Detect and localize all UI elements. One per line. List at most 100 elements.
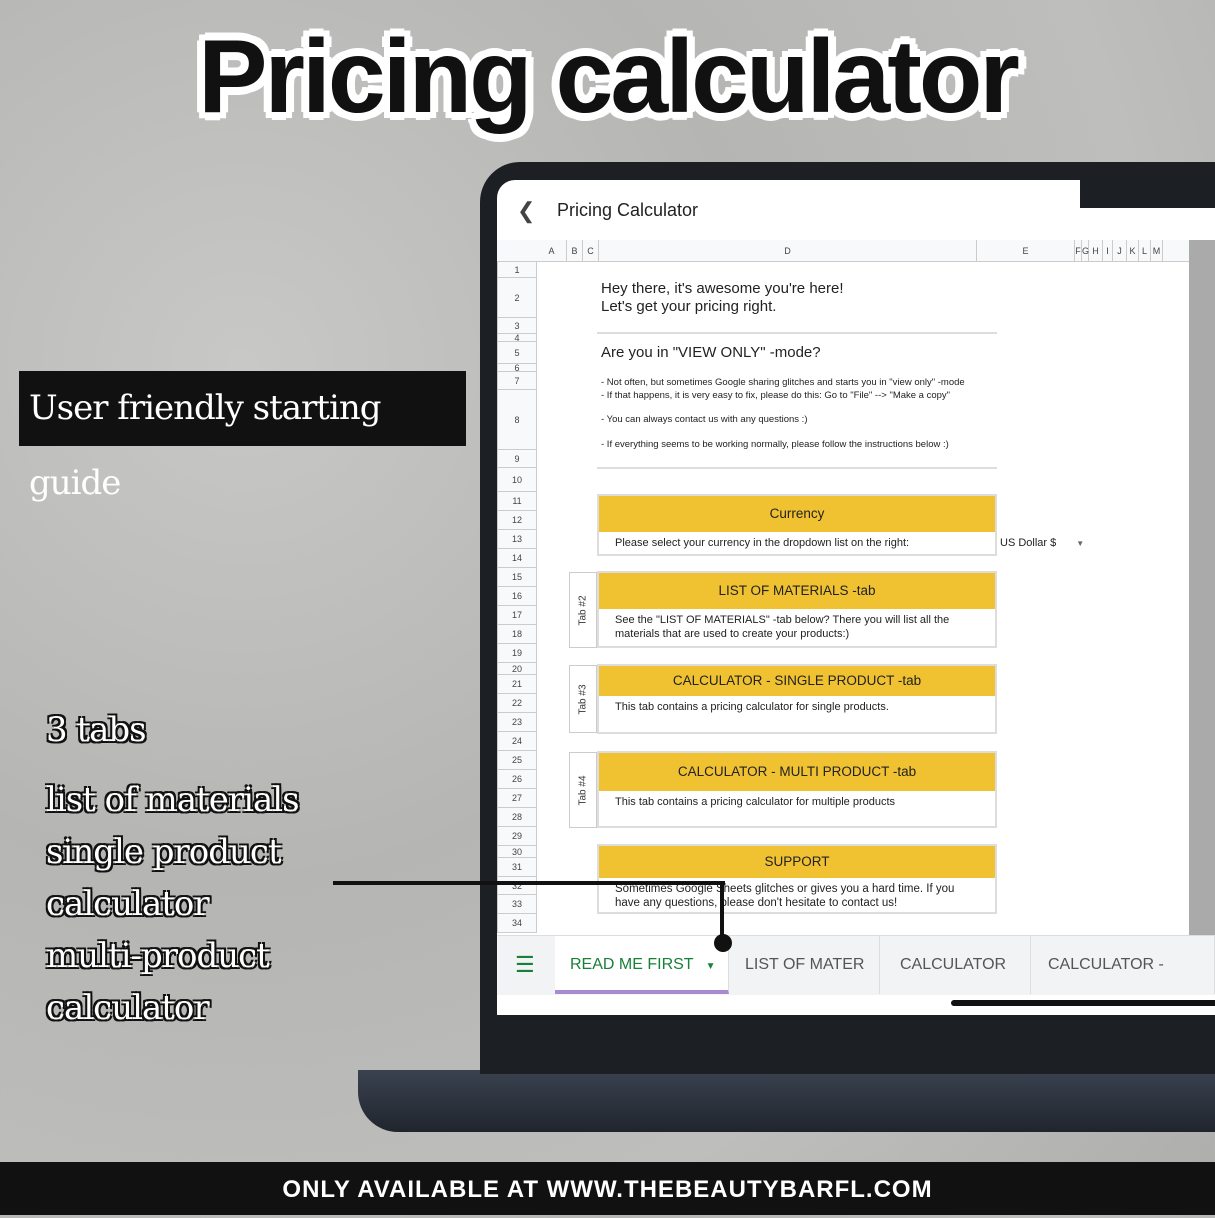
column-A[interactable]: A (537, 240, 567, 262)
laptop-screen: ❮ Pricing Calculator ABCDEFGHIJKLM 12345… (497, 180, 1215, 1015)
scrollbar[interactable] (1189, 240, 1215, 935)
row-28[interactable]: 28 (497, 808, 537, 827)
row-25[interactable]: 25 (497, 751, 537, 770)
column-H[interactable]: H (1089, 240, 1103, 262)
body-line: - You can always contact us with any que… (601, 414, 808, 425)
row-14[interactable]: 14 (497, 549, 537, 568)
side-text: multi-product (46, 936, 270, 976)
callout-line (720, 881, 724, 941)
box-header: SUPPORT (599, 846, 995, 878)
laptop-base (358, 1070, 1215, 1132)
row-23[interactable]: 23 (497, 713, 537, 732)
view-only-body: - Not often, but sometimes Google sharin… (601, 377, 991, 451)
row-5[interactable]: 5 (497, 342, 537, 364)
sheet-tab-bar: ☰ READ ME FIRST ▼ LIST OF MATER CALCULATO… (497, 935, 1215, 995)
row-20[interactable]: 20 (497, 663, 537, 675)
body-line: - Not often, but sometimes Google sharin… (601, 377, 965, 388)
box-body: See the "LIST OF MATERIALS" -tab below? … (615, 614, 950, 640)
dropdown-arrow-icon[interactable]: ▼ (1076, 539, 1084, 548)
side-text: single product (46, 832, 282, 872)
side-text: calculator (46, 988, 210, 1028)
row-27[interactable]: 27 (497, 789, 537, 808)
column-G[interactable]: G (1082, 240, 1089, 262)
row-4[interactable]: 4 (497, 333, 537, 343)
currency-dropdown[interactable]: US Dollar $ ▼ (1000, 537, 1084, 549)
row-31[interactable]: 31 (497, 858, 537, 877)
footer-banner: ONLY AVAILABLE AT WWW.THEBEAUTYBARFL.COM (0, 1162, 1215, 1215)
currency-value: US Dollar $ (1000, 537, 1057, 549)
row-33[interactable]: 33 (497, 895, 537, 914)
row-30[interactable]: 30 (497, 846, 537, 858)
column-I[interactable]: I (1103, 240, 1113, 262)
row-16[interactable]: 16 (497, 587, 537, 606)
column-L[interactable]: L (1139, 240, 1151, 262)
headline: Pricing calculator (198, 19, 1020, 135)
row-32[interactable]: 32 (497, 877, 537, 895)
all-sheets-menu-icon[interactable]: ☰ (515, 954, 535, 976)
sheet-tab-calculator-single[interactable]: CALCULATOR (885, 936, 1031, 994)
row-12[interactable]: 12 (497, 511, 537, 530)
body-line: - If everything seems to be working norm… (601, 438, 949, 450)
column-header: ABCDEFGHIJKLM (497, 240, 1189, 262)
side-text: calculator (46, 884, 210, 924)
column-D[interactable]: D (599, 240, 977, 262)
currency-box: Currency Please select your currency in … (597, 494, 997, 556)
row-21[interactable]: 21 (497, 675, 537, 694)
column-C[interactable]: C (583, 240, 599, 262)
guide-label: User friendly starting guide (19, 371, 466, 503)
sheet-tab-list-of-materials[interactable]: LIST OF MATER (730, 936, 880, 994)
row-15[interactable]: 15 (497, 568, 537, 587)
support-box: SUPPORT Sometimes Google Sheets glitches… (597, 844, 997, 914)
row-7[interactable]: 7 (497, 372, 537, 390)
row-17[interactable]: 17 (497, 606, 537, 625)
sheet-tab-read-me-first[interactable]: READ ME FIRST ▼ (555, 936, 729, 994)
callout-dot (714, 934, 732, 952)
column-K[interactable]: K (1127, 240, 1139, 262)
box-body: Please select your currency in the dropd… (615, 537, 910, 549)
section-box: LIST OF MATERIALS -tab See the "LIST OF … (597, 571, 997, 648)
column-B[interactable]: B (567, 240, 583, 262)
intro-line: Let's get your pricing right. (601, 298, 777, 315)
intro-line: Hey there, it's awesome you're here! (601, 280, 844, 297)
home-indicator (951, 1000, 1215, 1006)
tab-label: Tab #2 (569, 572, 597, 648)
side-text: list of materials (46, 780, 300, 820)
row-2[interactable]: 2 (497, 278, 537, 318)
intro-text: Hey there, it's awesome you're here! Let… (601, 280, 844, 316)
row-34[interactable]: 34 (497, 914, 537, 933)
section-box: CALCULATOR - MULTI PRODUCT -tab This tab… (597, 751, 997, 828)
column-M[interactable]: M (1151, 240, 1163, 262)
box-body: This tab contains a pricing calculator f… (615, 701, 889, 713)
section-box: CALCULATOR - SINGLE PRODUCT -tab This ta… (597, 664, 997, 734)
row-1[interactable]: 1 (497, 262, 537, 278)
box-body: This tab contains a pricing calculator f… (615, 796, 896, 808)
column-F[interactable]: F (1075, 240, 1082, 262)
body-line: - If that happens, it is very easy to fi… (601, 389, 951, 401)
row-24[interactable]: 24 (497, 732, 537, 751)
row-22[interactable]: 22 (497, 694, 537, 713)
row-11[interactable]: 11 (497, 492, 537, 511)
row-8[interactable]: 8 (497, 390, 537, 450)
tab-label: Tab #4 (569, 752, 597, 828)
row-13[interactable]: 13 (497, 530, 537, 549)
view-only-heading: Are you in "VIEW ONLY" -mode? (601, 344, 821, 361)
caret-down-icon[interactable]: ▼ (706, 961, 716, 972)
row-29[interactable]: 29 (497, 827, 537, 846)
column-E[interactable]: E (977, 240, 1075, 262)
divider (597, 332, 997, 334)
row-19[interactable]: 19 (497, 644, 537, 663)
row-26[interactable]: 26 (497, 770, 537, 789)
box-header: LIST OF MATERIALS -tab (599, 573, 995, 609)
row-6[interactable]: 6 (497, 363, 537, 373)
row-9[interactable]: 9 (497, 450, 537, 468)
sheet-tab-calculator-multi[interactable]: CALCULATOR - (1033, 936, 1215, 994)
row-10[interactable]: 10 (497, 468, 537, 492)
divider (597, 467, 997, 469)
box-header: CALCULATOR - MULTI PRODUCT -tab (599, 753, 995, 791)
row-18[interactable]: 18 (497, 625, 537, 644)
chevron-left-icon[interactable]: ❮ (517, 198, 535, 224)
column-J[interactable]: J (1113, 240, 1127, 262)
box-header: Currency (599, 496, 995, 532)
camera-notch (1080, 178, 1215, 208)
document-title: Pricing Calculator (557, 200, 699, 220)
